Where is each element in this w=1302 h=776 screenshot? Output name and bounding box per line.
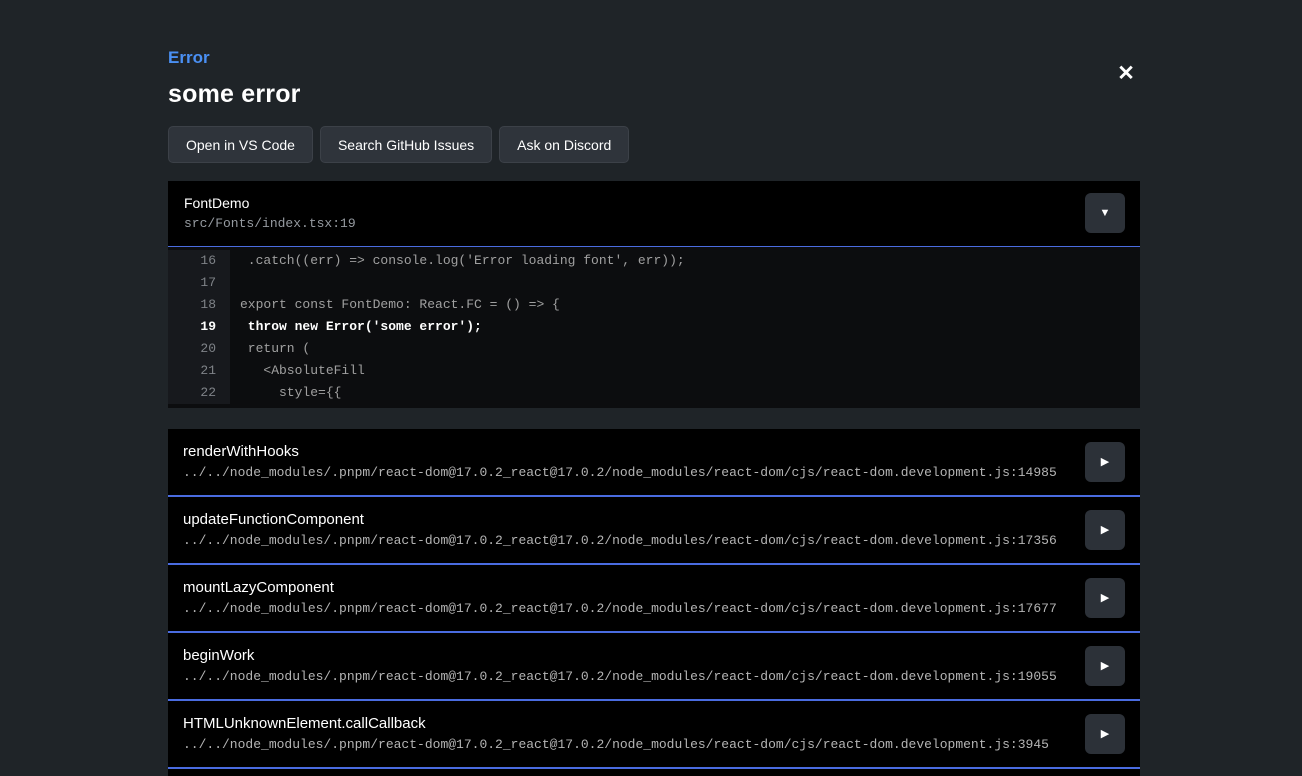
play-icon: ▶ [1101, 660, 1109, 672]
stack-frame-location: ../../node_modules/.pnpm/react-dom@17.0.… [183, 669, 1125, 684]
stack-frame-function-name: renderWithHooks [183, 443, 1125, 460]
close-icon: ✕ [1117, 62, 1135, 85]
expand-stack-frame-button[interactable]: ▶ [1085, 442, 1125, 482]
ask-on-discord-button[interactable]: Ask on Discord [499, 126, 629, 163]
code-frame-function-name: FontDemo [184, 195, 1124, 211]
stack-frame: beginWork ../../node_modules/.pnpm/react… [168, 633, 1140, 701]
code-line: 22 style={{ [168, 382, 1140, 404]
code-line: 21 <AbsoluteFill [168, 360, 1140, 382]
line-text: .catch((err) => console.log('Error loadi… [230, 250, 685, 272]
stack-frame: renderWithHooks ../../node_modules/.pnpm… [168, 429, 1140, 497]
close-button[interactable]: ✕ [1108, 58, 1144, 90]
code-block: 16 .catch((err) => console.log('Error lo… [168, 247, 1140, 408]
line-number: 21 [168, 360, 230, 382]
line-text: throw new Error('some error'); [230, 316, 482, 338]
action-buttons: Open in VS Code Search GitHub Issues Ask… [168, 126, 1140, 163]
line-number: 20 [168, 338, 230, 360]
line-number: 22 [168, 382, 230, 404]
line-text: <AbsoluteFill [230, 360, 365, 382]
stack-frame-location: ../../node_modules/.pnpm/react-dom@17.0.… [183, 601, 1125, 616]
play-icon: ▶ [1101, 456, 1109, 468]
line-text: style={{ [230, 382, 341, 404]
line-number: 17 [168, 272, 230, 294]
search-github-issues-button[interactable]: Search GitHub Issues [320, 126, 492, 163]
code-line-highlighted: 19 throw new Error('some error'); [168, 316, 1140, 338]
stack-frame-location: ../../node_modules/.pnpm/react-dom@17.0.… [183, 533, 1125, 548]
code-frame-header: FontDemo src/Fonts/index.tsx:19 ▼ [168, 181, 1140, 247]
stack-trace-list: renderWithHooks ../../node_modules/.pnpm… [168, 429, 1140, 776]
stack-frame: mountLazyComponent ../../node_modules/.p… [168, 565, 1140, 633]
line-number: 19 [168, 316, 230, 338]
line-number: 18 [168, 294, 230, 316]
expand-stack-frame-button[interactable]: ▶ [1085, 578, 1125, 618]
code-frame-location: src/Fonts/index.tsx:19 [184, 216, 1124, 231]
code-line: 18export const FontDemo: React.FC = () =… [168, 294, 1140, 316]
collapse-code-frame-button[interactable]: ▼ [1085, 193, 1125, 233]
stack-frame: HTMLUnknownElement.callCallback ../../no… [168, 701, 1140, 769]
play-icon: ▶ [1101, 524, 1109, 536]
code-line: 17 [168, 272, 1140, 294]
line-text: export const FontDemo: React.FC = () => … [230, 294, 560, 316]
play-icon: ▶ [1101, 728, 1109, 740]
stack-frame-function-name: HTMLUnknownElement.callCallback [183, 715, 1125, 732]
expand-stack-frame-button[interactable]: ▶ [1085, 646, 1125, 686]
code-line: 16 .catch((err) => console.log('Error lo… [168, 250, 1140, 272]
error-overlay: Error some error Open in VS Code Search … [168, 0, 1140, 776]
expand-stack-frame-button[interactable]: ▶ [1085, 510, 1125, 550]
open-in-vscode-button[interactable]: Open in VS Code [168, 126, 313, 163]
code-line: 20 return ( [168, 338, 1140, 360]
play-icon: ▶ [1101, 592, 1109, 604]
stack-frame-partial: ▶ [168, 769, 1140, 776]
stack-frame: updateFunctionComponent ../../node_modul… [168, 497, 1140, 565]
line-text [230, 272, 240, 294]
stack-frame-function-name: mountLazyComponent [183, 579, 1125, 596]
line-number: 16 [168, 250, 230, 272]
error-message: some error [168, 80, 1140, 109]
stack-frame-location: ../../node_modules/.pnpm/react-dom@17.0.… [183, 737, 1125, 752]
line-text: return ( [230, 338, 310, 360]
error-kind-label: Error [168, 48, 1140, 68]
expand-stack-frame-button[interactable]: ▶ [1085, 714, 1125, 754]
chevron-down-icon: ▼ [1100, 207, 1111, 219]
stack-frame-location: ../../node_modules/.pnpm/react-dom@17.0.… [183, 465, 1125, 480]
stack-frame-function-name: beginWork [183, 647, 1125, 664]
stack-frame-function-name: updateFunctionComponent [183, 511, 1125, 528]
code-frame: FontDemo src/Fonts/index.tsx:19 ▼ 16 .ca… [168, 181, 1140, 408]
